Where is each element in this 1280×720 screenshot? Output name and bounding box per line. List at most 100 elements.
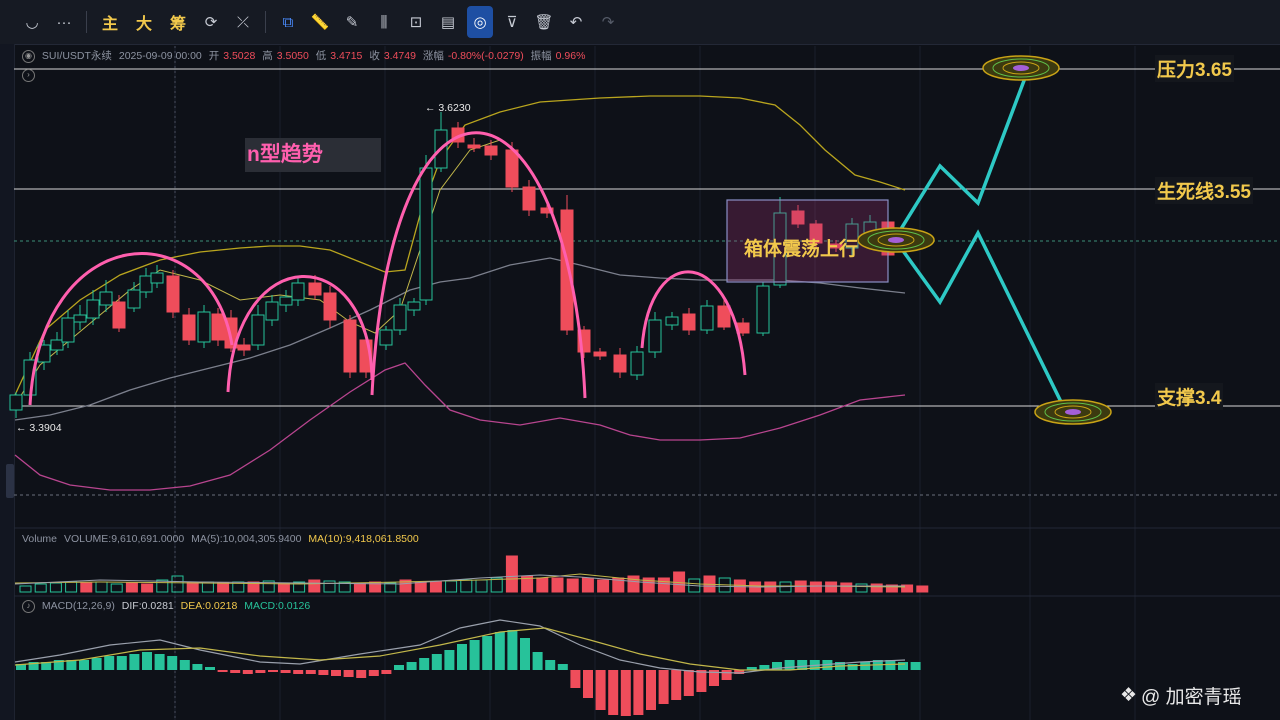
volume-bar [49, 582, 62, 593]
candle-body [112, 301, 126, 329]
trash-icon[interactable]: 🗑 [531, 6, 557, 38]
bell-icon[interactable]: ♪ [22, 600, 35, 613]
note-icon[interactable]: ▤ [435, 6, 461, 38]
volume-bar [171, 575, 184, 593]
volume-bar [460, 579, 473, 593]
macd-histogram-bar [532, 652, 543, 670]
candle-body [73, 314, 87, 323]
candle-body [166, 275, 180, 313]
macd-histogram-bar [179, 660, 190, 670]
volume-bar [809, 581, 822, 593]
brush-icon[interactable]: ✎ [339, 6, 365, 38]
candle-body [9, 394, 23, 411]
more-icon[interactable]: ··· [51, 6, 77, 38]
macd-histogram-bar [545, 660, 556, 670]
macd-histogram-bar [431, 654, 442, 670]
macd-histogram-bar [205, 667, 215, 670]
candle-body [323, 292, 337, 321]
current-target-marker-center [888, 237, 904, 243]
candle-body [393, 304, 407, 331]
candle-body [211, 313, 225, 341]
macd-histogram-bar [620, 670, 631, 716]
macd-histogram-bar [79, 660, 89, 670]
macd-histogram-bar [910, 662, 921, 670]
volume-bar [627, 575, 640, 593]
macd-histogram-bar [356, 670, 367, 678]
macd-histogram-bar [343, 670, 354, 677]
change-label: 涨幅 [422, 50, 444, 62]
candle-body [61, 317, 75, 343]
low-price-marker: ← 3.3904 [16, 422, 62, 434]
candle-body [560, 209, 574, 331]
datetime-label: 2025-09-09 00:00 [118, 50, 202, 62]
macd-histogram-bar [331, 670, 341, 676]
volume-bar [597, 579, 610, 593]
box-annotation-label[interactable]: 箱体震荡上行 [744, 234, 858, 261]
candle-body [522, 186, 536, 211]
volume-bar [551, 577, 564, 593]
macd-histogram-bar [457, 644, 467, 670]
candle-body [127, 289, 141, 309]
macd-histogram-bar [494, 632, 505, 670]
resistance-label: 压力3.65 [1155, 55, 1234, 82]
volume-bar [323, 580, 336, 593]
settings-mini-icon[interactable]: ◉ [22, 49, 35, 63]
candles-icon[interactable]: ⫼ [371, 6, 397, 38]
macd-histogram-bar [167, 656, 178, 670]
trend-arc [370, 131, 587, 399]
macd-title: MACD(12,26,9) [41, 600, 115, 613]
volume-title: Volume [22, 533, 58, 545]
volume-bar [414, 581, 427, 593]
volume-bar [186, 581, 199, 593]
macd-dea: DEA:0.0218 [180, 600, 238, 613]
candle-body [407, 301, 421, 311]
volume-bar [445, 580, 458, 593]
candle-body [613, 354, 627, 373]
curve-tool-icon[interactable]: ◡ [19, 6, 45, 38]
volume-bar [505, 555, 518, 593]
macd-legend: ♪ MACD(12,26,9) DIF:0.0281 DEA:0.0218 MA… [22, 600, 314, 613]
candle-body [593, 351, 607, 357]
candle-body [505, 149, 519, 188]
candle-body [756, 285, 770, 334]
macd-histogram-bar [255, 670, 266, 673]
amp-label: 振幅 [530, 50, 552, 62]
lock-icon[interactable]: ⊡ [403, 6, 429, 38]
undo-icon[interactable]: ↶ [563, 6, 589, 38]
indicator-chips-button[interactable]: 筹 [164, 6, 192, 38]
support-label: 支撑3.4 [1155, 383, 1224, 410]
volume-bar [141, 583, 154, 593]
high-price-marker: ← 3.6230 [425, 102, 471, 114]
chart-canvas[interactable] [0, 44, 1280, 720]
macd-histogram-bar [646, 670, 656, 710]
macd-histogram-bar [608, 670, 619, 715]
indicator-main-button[interactable]: 主 [96, 6, 124, 38]
indicator-big-button[interactable]: 大 [130, 6, 158, 38]
high-value: 3.5050 [276, 50, 309, 62]
ruler-icon[interactable]: 📏 [307, 6, 333, 38]
magnet-icon[interactable]: ◎ [467, 6, 493, 38]
redo-icon[interactable]: ↷ [595, 6, 621, 38]
volume-bar [353, 582, 366, 593]
support-target-marker-center [1065, 409, 1081, 415]
chart-settings-icon[interactable]: › [22, 67, 35, 85]
trend-annotation-label[interactable]: n型趋势 [245, 138, 381, 172]
volume-bar [581, 577, 594, 593]
volume-bar [870, 583, 883, 593]
macd-histogram-bar [129, 654, 140, 670]
hide-drawings-icon[interactable]: ⤫ [230, 6, 256, 38]
macd-histogram-bar [444, 650, 455, 670]
watermark-text: @ 加密青瑶 [1141, 687, 1242, 708]
lower-band-line [14, 362, 906, 491]
copy-icon[interactable]: ⧉ [275, 6, 301, 38]
macd-histogram-bar [696, 670, 707, 692]
macd-value: MACD:0.0126 [244, 600, 311, 613]
toolbar-separator [86, 11, 87, 33]
change-value: -0.80%(-0.0279) [447, 50, 524, 62]
candle-body [682, 313, 696, 331]
macd-histogram-bar [116, 656, 127, 670]
candle-body [484, 145, 498, 156]
macd-histogram-bar [583, 670, 593, 698]
filter-icon[interactable]: ⊽ [499, 6, 525, 38]
auto-refresh-icon[interactable]: ⟳ [198, 6, 224, 38]
